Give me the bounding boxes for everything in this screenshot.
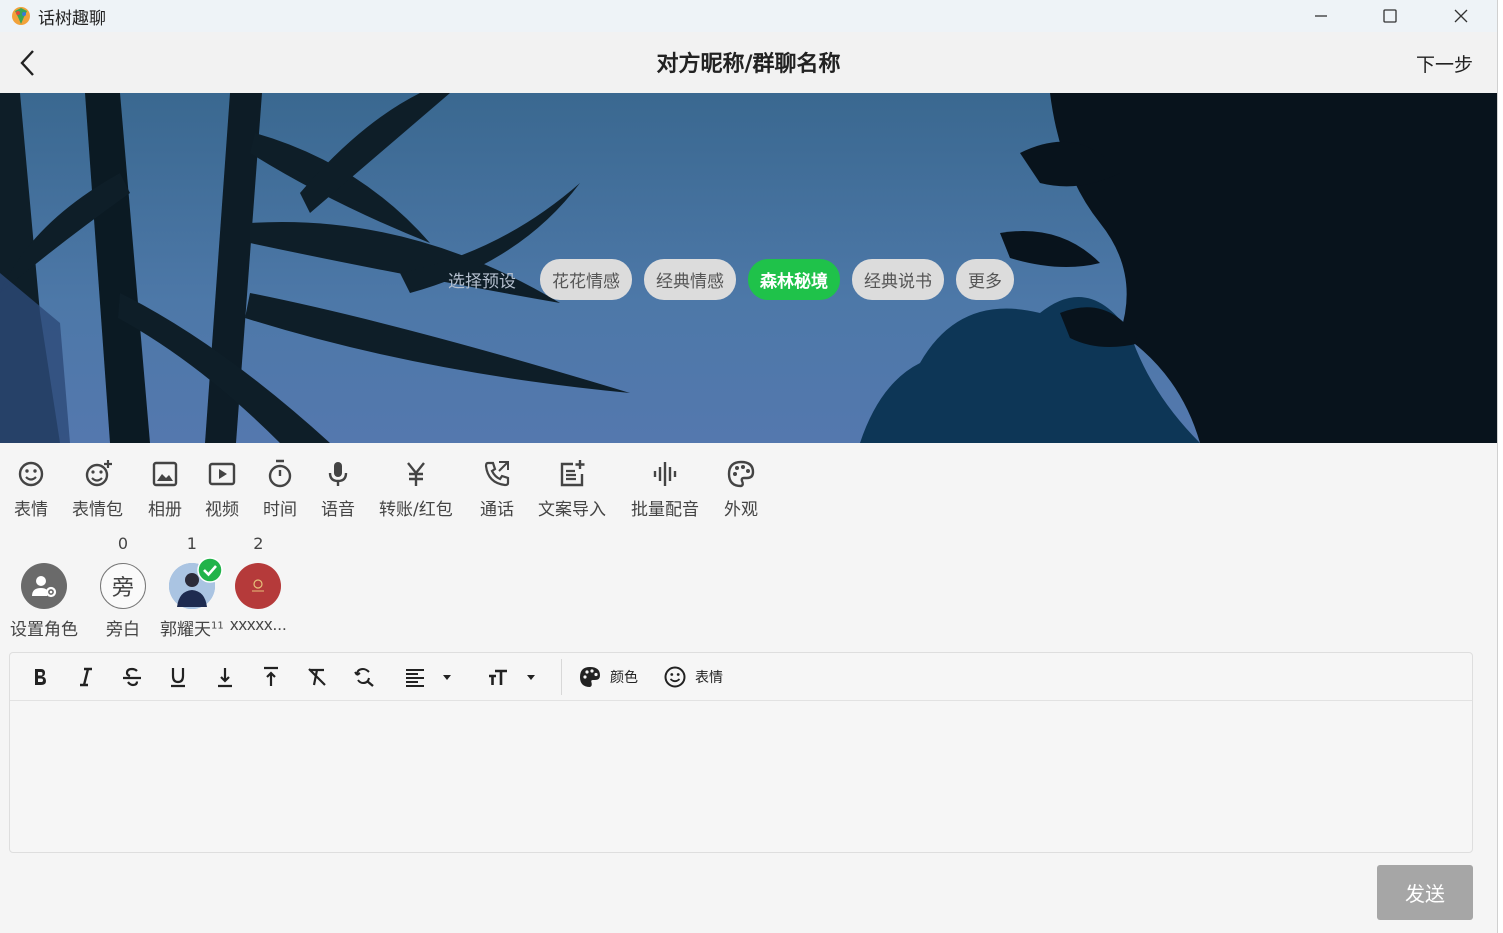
timer-icon bbox=[268, 459, 292, 488]
palette-icon bbox=[580, 667, 600, 687]
tool-time[interactable]: 时间 bbox=[263, 459, 297, 520]
avatar bbox=[168, 557, 223, 609]
align-left-icon bbox=[406, 669, 424, 687]
preset-chip-forest[interactable]: 森林秘境 bbox=[748, 259, 840, 300]
preset-chip-classic-emotion[interactable]: 经典情感 bbox=[644, 259, 736, 300]
preset-chip-huahua[interactable]: 花花情感 bbox=[540, 259, 632, 300]
role-xxxxx[interactable]: 2 xxxxx... bbox=[230, 533, 287, 635]
app-logo-icon bbox=[12, 7, 30, 25]
minimize-button[interactable] bbox=[1298, 0, 1344, 32]
font-size-icon bbox=[489, 669, 507, 685]
page-title: 对方昵称/群聊名称 bbox=[656, 52, 841, 77]
message-editor: 颜色 表情 bbox=[9, 652, 1473, 853]
image-icon bbox=[152, 461, 178, 487]
underline-button[interactable] bbox=[166, 662, 190, 692]
clear-format-icon bbox=[308, 668, 326, 686]
role-settings-icon bbox=[32, 576, 57, 598]
tool-appearance[interactable]: 外观 bbox=[724, 459, 758, 520]
close-window-button[interactable] bbox=[1438, 0, 1484, 32]
tool-voice[interactable]: 语音 bbox=[321, 459, 355, 520]
close-icon bbox=[1454, 9, 1468, 23]
minimize-icon bbox=[1315, 15, 1327, 17]
send-button[interactable]: 发送 bbox=[1377, 865, 1473, 920]
tool-emoji[interactable]: 表情 bbox=[14, 459, 48, 520]
sticker-add-icon bbox=[85, 460, 112, 487]
italic-icon bbox=[80, 667, 92, 687]
align-dropdown[interactable] bbox=[398, 662, 458, 692]
smile-icon bbox=[664, 666, 686, 688]
find-replace-button[interactable] bbox=[352, 662, 376, 692]
role-name: 郭耀天 bbox=[160, 620, 211, 640]
message-text-area[interactable] bbox=[10, 702, 1472, 852]
smile-icon bbox=[18, 461, 44, 487]
italic-button[interactable] bbox=[74, 662, 98, 692]
toolbar-divider bbox=[561, 659, 562, 695]
video-icon bbox=[208, 462, 236, 486]
role-selector: 设置角色 0 旁 旁白 1 郭耀天11 2 xxxxx... bbox=[0, 533, 1497, 651]
tool-video[interactable]: 视频 bbox=[205, 459, 239, 520]
tool-import-text[interactable]: 文案导入 bbox=[538, 459, 606, 520]
bold-icon bbox=[35, 669, 46, 685]
preset-banner: 选择预设 花花情感 经典情感 森林秘境 经典说书 更多 bbox=[0, 93, 1497, 443]
role-guo-yaotian[interactable]: 1 郭耀天11 bbox=[160, 533, 224, 640]
waveform-icon bbox=[653, 462, 677, 486]
app-title: 话树趣聊 bbox=[38, 8, 106, 29]
tool-call[interactable]: 通话 bbox=[480, 459, 514, 520]
insert-emoji-button[interactable]: 表情 bbox=[663, 662, 723, 692]
preset-label: 选择预设 bbox=[448, 272, 516, 292]
align-top-button[interactable] bbox=[259, 662, 283, 692]
page-header: 对方昵称/群聊名称 下一步 bbox=[0, 32, 1497, 93]
window-right-border bbox=[1497, 0, 1503, 933]
red-avatar bbox=[252, 579, 265, 592]
next-step-button[interactable]: 下一步 bbox=[1416, 50, 1473, 77]
narrator-avatar: 旁 bbox=[100, 563, 146, 609]
clear-format-button[interactable] bbox=[305, 662, 329, 692]
role-narrator[interactable]: 0 旁 旁白 bbox=[100, 533, 146, 640]
preset-chip-more[interactable]: 更多 bbox=[956, 259, 1014, 300]
subscript-icon bbox=[218, 668, 232, 688]
find-replace-icon bbox=[354, 667, 374, 687]
strikethrough-icon bbox=[123, 667, 141, 687]
maximize-icon bbox=[1383, 9, 1397, 23]
call-icon bbox=[484, 461, 510, 487]
maximize-button[interactable] bbox=[1367, 0, 1413, 32]
tool-sticker[interactable]: 表情包 bbox=[72, 459, 123, 520]
align-bottom-button[interactable] bbox=[213, 662, 237, 692]
superscript-icon bbox=[264, 666, 278, 686]
editor-toolbar: 颜色 表情 bbox=[10, 653, 1472, 701]
caret-down-icon bbox=[443, 675, 451, 680]
message-type-toolbar: 表情 表情包 相册 视频 时间 语音 转账/红包 通话 文案导入 批量配音 外观 bbox=[0, 443, 1497, 533]
palette-icon bbox=[727, 460, 755, 488]
caret-down-icon bbox=[527, 675, 535, 680]
mic-icon bbox=[328, 462, 348, 486]
bold-button[interactable] bbox=[28, 662, 52, 692]
check-circle-icon bbox=[197, 557, 223, 583]
preset-chip-storytelling[interactable]: 经典说书 bbox=[852, 259, 944, 300]
underline-icon bbox=[171, 668, 185, 688]
tool-transfer[interactable]: 转账/红包 bbox=[379, 459, 453, 520]
strikethrough-button[interactable] bbox=[120, 662, 144, 692]
tool-album[interactable]: 相册 bbox=[148, 459, 182, 520]
window-titlebar: 话树趣聊 bbox=[0, 0, 1497, 32]
role-superscript: 11 bbox=[211, 620, 224, 632]
text-color-button[interactable]: 颜色 bbox=[578, 662, 638, 692]
tool-batch-dub[interactable]: 批量配音 bbox=[631, 459, 699, 520]
font-size-dropdown[interactable] bbox=[482, 662, 542, 692]
set-role-button[interactable]: 设置角色 bbox=[10, 533, 78, 640]
post-add-icon bbox=[560, 460, 585, 487]
preset-selector: 选择预设 花花情感 经典情感 森林秘境 经典说书 更多 bbox=[448, 259, 1026, 300]
yuan-icon bbox=[406, 462, 425, 486]
